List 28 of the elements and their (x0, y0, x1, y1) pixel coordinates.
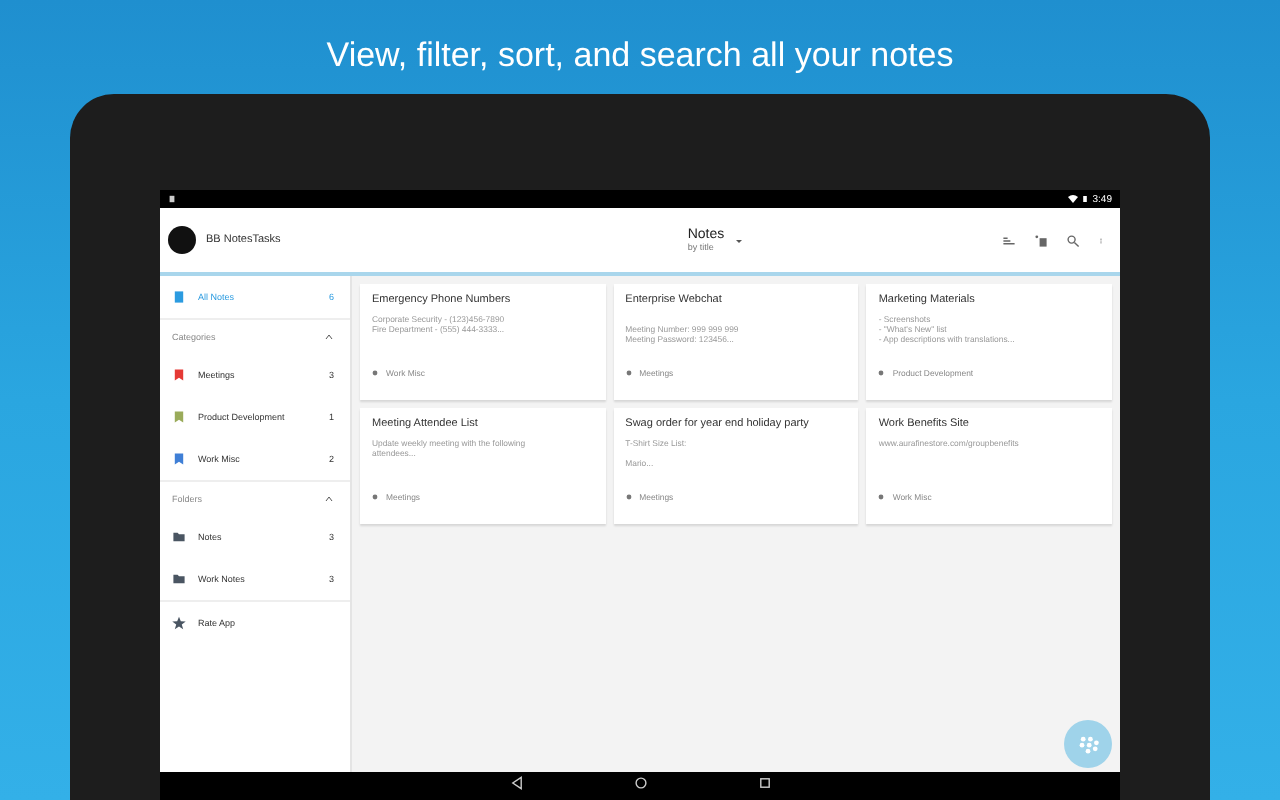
dots-icon (1076, 732, 1100, 756)
wifi-icon (1068, 194, 1079, 204)
star-icon (172, 616, 186, 630)
chevron-up-icon[interactable] (324, 332, 334, 342)
tag-dot-icon (878, 494, 885, 500)
back-icon[interactable] (509, 776, 523, 790)
notification-icon (168, 194, 176, 204)
caret-icon[interactable] (734, 235, 745, 245)
bookmark-icon (172, 410, 186, 424)
recents-icon[interactable] (757, 776, 771, 790)
tag-dot-icon (625, 370, 632, 376)
sort-icon[interactable] (1002, 233, 1016, 247)
folder-icon (172, 572, 186, 586)
home-icon[interactable] (633, 776, 647, 790)
bookmark-icon (172, 452, 186, 466)
app-logo (168, 226, 196, 254)
tag-dot-icon (372, 370, 378, 376)
chevron-up-icon[interactable] (324, 494, 334, 504)
filter-icon[interactable] (1034, 233, 1048, 247)
battery-icon (1082, 194, 1089, 204)
bookmark-icon (172, 368, 186, 382)
tag-dot-icon (878, 370, 885, 376)
tag-dot-icon (372, 494, 378, 500)
folder-icon (172, 530, 186, 544)
tag-dot-icon (625, 494, 632, 500)
search-icon[interactable] (1066, 233, 1080, 247)
notes-icon (172, 290, 186, 304)
headline: View, filter, sort, and search all your notes (326, 36, 954, 76)
